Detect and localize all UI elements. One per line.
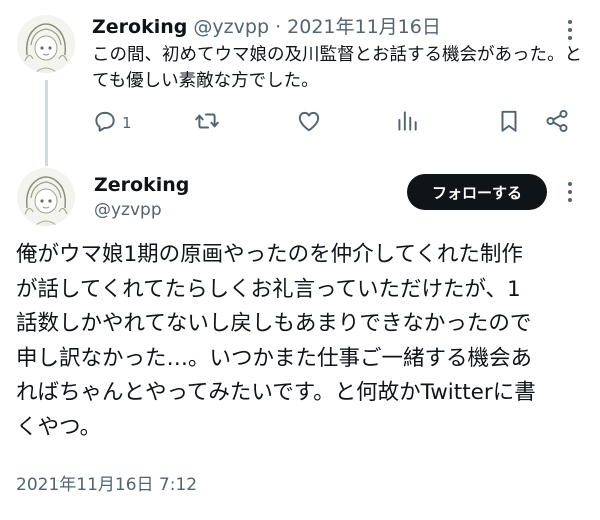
share-icon <box>544 108 570 138</box>
heart-icon <box>296 108 322 138</box>
main-tweet-text: 俺がウマ娘1期の原画やったのを仲介してくれた制作 が話してくれてたらしくお礼言っ… <box>16 242 536 440</box>
main-author-avatar[interactable] <box>17 168 75 226</box>
main-author-name[interactable]: Zeroking <box>94 172 189 198</box>
thread-connector-line <box>45 80 48 166</box>
comment-icon <box>92 108 118 138</box>
main-more-options-icon[interactable] <box>558 180 582 204</box>
reply-button[interactable]: 1 <box>92 110 132 136</box>
main-author-handle[interactable]: @yzvpp <box>94 198 162 222</box>
retweet-button[interactable] <box>194 110 220 136</box>
share-button[interactable] <box>544 108 570 138</box>
reply-count: 1 <box>122 114 132 132</box>
reply-more-options-icon[interactable] <box>558 18 582 42</box>
reply-action-bar: 1 <box>92 108 582 138</box>
bookmark-button[interactable] <box>496 110 522 136</box>
reply-author-name[interactable]: Zeroking <box>92 16 187 38</box>
header-separator: · <box>275 16 282 38</box>
views-button[interactable] <box>394 110 420 136</box>
reply-author-avatar[interactable] <box>17 15 75 73</box>
like-button[interactable] <box>296 110 322 136</box>
follow-button[interactable]: フォローする <box>407 174 547 210</box>
retweet-icon <box>194 108 220 138</box>
reply-tweet-date[interactable]: 2021年11月16日 <box>287 16 441 38</box>
bookmark-icon <box>496 108 522 138</box>
main-tweet-timestamp[interactable]: 2021年11月16日 7:12 <box>16 473 197 497</box>
reply-author-handle[interactable]: @yzvpp <box>193 16 269 38</box>
reply-tweet-text: この間、初めてウマ娘の及川監督とお話する機会があった。とても優しい素敵な方でした… <box>92 45 582 91</box>
bar-chart-icon <box>394 108 420 138</box>
reply-tweet-header: Zeroking @yzvpp · 2021年11月16日 <box>92 14 441 40</box>
